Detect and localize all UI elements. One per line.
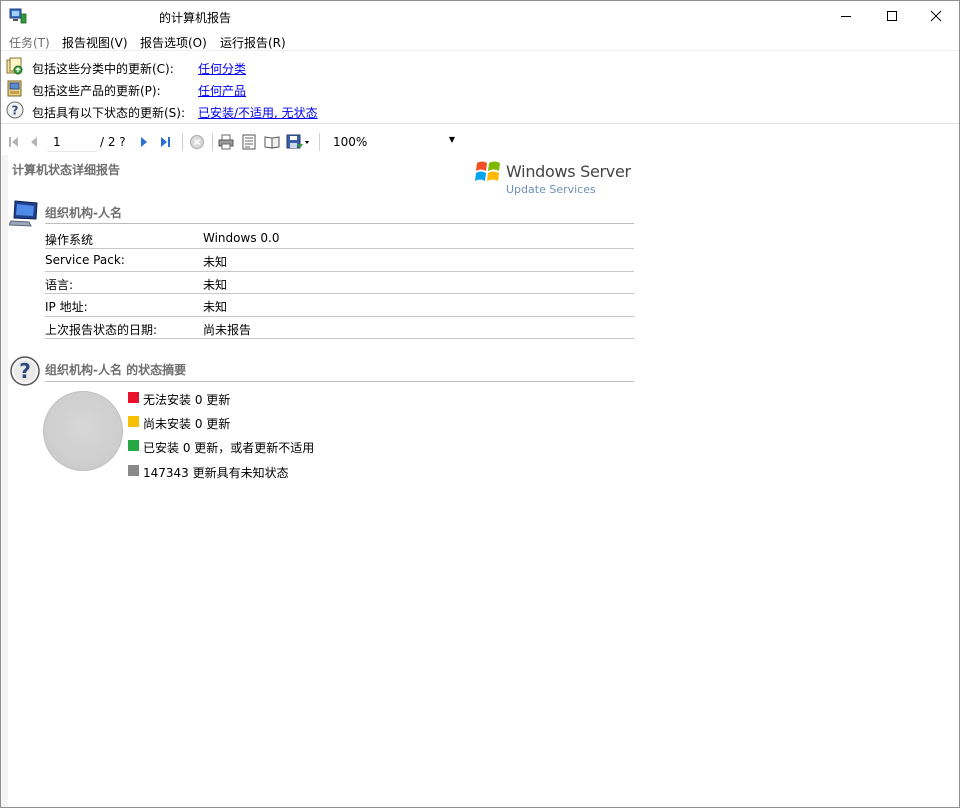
svg-text:?: ? [19,359,31,383]
report-title: 计算机状态详细报告 [12,163,121,177]
legend-swatch-not-installed [128,416,139,427]
windows-server-logo: Windows Server Update Services [474,157,634,199]
report-criteria: 包括这些分类中的更新(C): 任何分类 包括这些产品的更新(P): 任何产品 ? [1,56,959,124]
page-setup-icon[interactable] [263,133,281,151]
legend-swatch-failed [128,392,139,403]
table-row: IP 地址: 未知 [45,294,634,317]
criteria-row-status: ? 包括具有以下状态的更新(S): 已安装/不适用, 无状态 [1,100,959,122]
page-number-input[interactable] [47,132,97,152]
info-key: 上次报告状态的日期: [45,322,158,337]
criteria-row-classification: 包括这些分类中的更新(C): 任何分类 [1,56,959,78]
info-key: IP 地址: [45,300,88,315]
section-title: 组织机构-人名 的状态摘要 [45,363,187,377]
toolbar-separator [182,133,183,151]
menu-report-view[interactable]: 报告视图(V) [62,34,128,51]
legend-swatch-installed [128,440,139,451]
stop-icon[interactable] [188,133,206,151]
computer-icon [8,199,41,227]
info-value: 尚未报告 [203,322,252,337]
table-row: 语言: 未知 [45,272,634,295]
chevron-down-icon: ▼ [448,135,455,144]
maximize-button[interactable] [869,1,915,31]
any-product-link[interactable]: 任何产品 [198,82,246,99]
table-row: 上次报告状态的日期: 尚未报告 [45,317,634,339]
criteria-label: 包括具有以下状态的更新(S): [32,106,186,120]
close-icon [930,10,942,22]
print-layout-icon[interactable] [240,133,258,151]
minimize-button[interactable] [823,1,869,31]
maximize-icon [887,11,897,21]
info-value: 未知 [203,255,228,270]
computer-section-header: 组织机构-人名 [8,199,634,227]
legend-swatch-unknown [128,465,139,476]
logo-name: Windows Server [506,162,631,181]
report-left-strip [1,155,8,807]
menu-bar: 任务(T) 报告视图(V) 报告选项(O) 运行报告(R) [1,31,959,51]
windows-flag-icon [475,161,500,181]
computer-info-table: 操作系统 Windows 0.0 Service Pack: 未知 语言: 未知… [45,227,634,339]
info-key: Service Pack: [45,253,125,268]
export-save-icon[interactable] [286,133,312,151]
legend-label: 已安装 0 更新，或者更新不适用 [143,441,315,455]
minimize-icon [841,16,851,17]
toolbar-separator [319,133,320,151]
close-button[interactable] [913,1,959,31]
status-summary-header: ? 组织机构-人名 的状态摘要 [9,355,634,386]
section-title: 组织机构-人名 [45,206,122,220]
info-value: 未知 [203,277,228,292]
section-divider [45,381,634,382]
classification-icon [6,57,24,75]
legend-label: 无法安装 0 更新 [143,393,231,407]
product-icon [6,79,24,97]
status-question-icon: ? [6,101,24,119]
toolbar-separator [212,133,213,151]
criteria-row-product: 包括这些产品的更新(P): 任何产品 [1,78,959,100]
first-page-icon[interactable] [5,133,23,151]
svg-text:?: ? [12,104,19,118]
next-page-icon[interactable] [135,133,153,151]
report-body: 计算机状态详细报告 Windows Server Update Services… [1,155,959,807]
section-divider [45,223,634,224]
legend-label: 尚未安装 0 更新 [143,417,231,431]
table-row: 操作系统 Windows 0.0 [45,227,634,250]
zoom-select[interactable]: 100% ▼ [327,132,457,152]
menu-report-options[interactable]: 报告选项(O) [140,34,207,51]
legend-label: 147343 更新具有未知状态 [143,466,289,480]
page-total: / 2 ? [100,135,126,149]
criteria-label: 包括这些产品的更新(P): [32,84,161,98]
print-icon[interactable] [217,133,235,151]
info-value: 未知 [203,300,228,315]
computer-report-icon [9,8,27,24]
title-bar: 的计算机报告 [1,1,959,31]
any-classification-link[interactable]: 任何分类 [198,60,246,77]
info-key: 操作系统 [45,233,94,247]
window-title: 的计算机报告 [159,11,232,25]
status-filter-link[interactable]: 已安装/不适用, 无状态 [198,104,318,121]
menu-tasks[interactable]: 任务(T) [9,34,50,51]
report-window: 的计算机报告 任务(T) 报告视图(V) 报告选项(O) 运行报告(R) 包括这… [0,0,960,808]
last-page-icon[interactable] [157,133,175,151]
previous-page-icon[interactable] [25,133,43,151]
report-toolbar: / 2 ? 100% ▼ [1,129,959,155]
criteria-label: 包括这些分类中的更新(C): [32,62,174,76]
table-row: Service Pack: 未知 [45,249,634,272]
status-pie-chart [43,391,123,471]
status-question-icon: ? [9,355,41,386]
zoom-value: 100% [333,135,368,149]
menu-run-report[interactable]: 运行报告(R) [220,34,286,51]
info-key: 语言: [45,277,74,292]
logo-subtitle: Update Services [506,183,596,196]
info-value: Windows 0.0 [203,231,280,245]
